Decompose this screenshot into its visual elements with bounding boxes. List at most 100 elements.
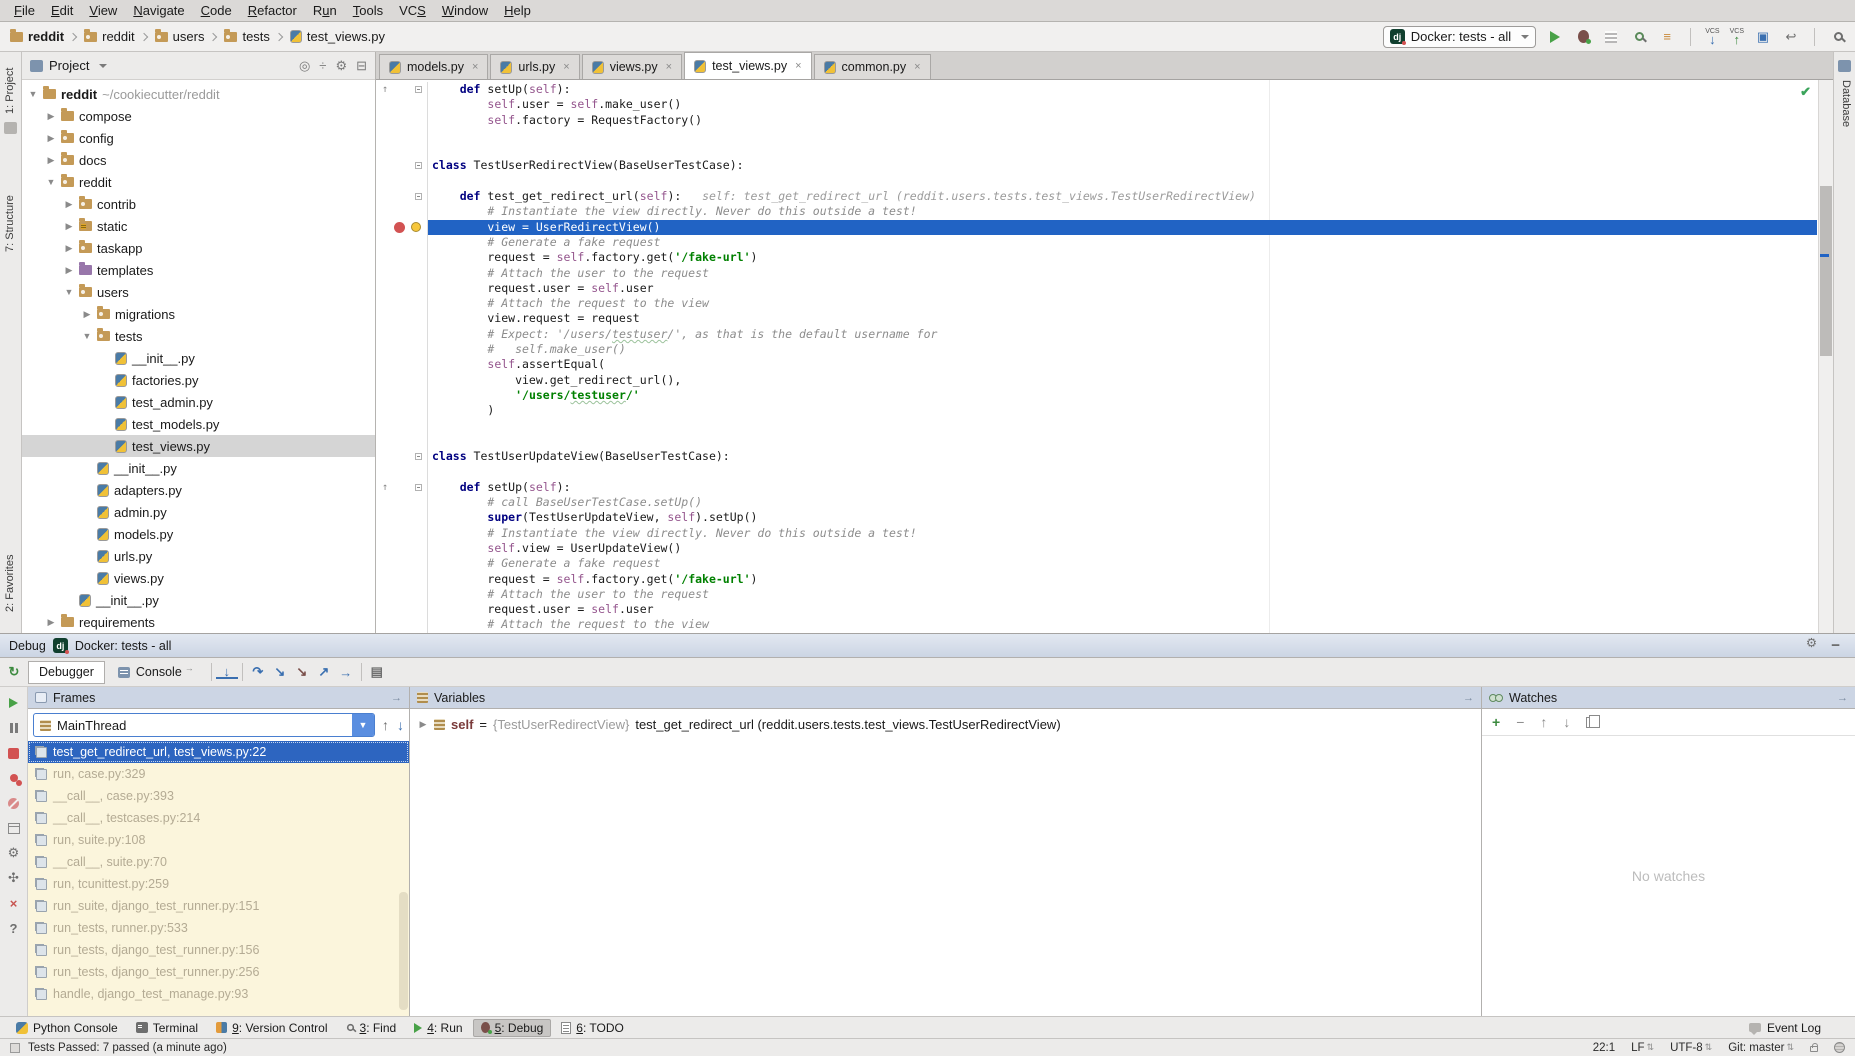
closed-arrow-icon[interactable]: ▶ xyxy=(46,111,56,122)
menu-run[interactable]: Run xyxy=(305,1,345,20)
step-out-icon[interactable]: ↗ xyxy=(313,662,335,682)
gear-icon[interactable]: ⚙ xyxy=(1806,635,1817,656)
frame-row[interactable]: __call__, testcases.py:214 xyxy=(28,807,409,829)
code-line[interactable]: # Expect: '/users/testuser/', as that is… xyxy=(376,327,1817,342)
step-over-icon[interactable]: ↷ xyxy=(247,662,269,682)
status-utf-8[interactable]: UTF-8⇅ xyxy=(1670,1042,1712,1054)
run-to-cursor-icon[interactable]: → xyxy=(335,662,357,682)
frame-row[interactable]: run_tests, django_test_runner.py:156 xyxy=(28,939,409,961)
fold-marker-icon[interactable] xyxy=(415,453,422,460)
view-breakpoints-icon[interactable] xyxy=(6,770,22,786)
hide-panel-icon[interactable]: ⊟ xyxy=(356,59,367,72)
frame-row[interactable]: run, tcunittest.py:259 xyxy=(28,873,409,895)
run-with-options-button[interactable]: ≡ xyxy=(1658,28,1676,46)
frame-row[interactable]: run, suite.py:108 xyxy=(28,829,409,851)
tree-item-test_models-py[interactable]: test_models.py xyxy=(22,413,375,435)
tree-item-test_views-py[interactable]: test_views.py xyxy=(22,435,375,457)
code-line[interactable]: # Attach the request to the view xyxy=(376,296,1817,311)
code-line[interactable]: self.view = UserUpdateView() xyxy=(376,541,1817,556)
menu-window[interactable]: Window xyxy=(434,1,496,20)
highlighting-level-icon[interactable] xyxy=(1834,1042,1845,1053)
menu-view[interactable]: View xyxy=(81,1,125,20)
remove-watch-icon[interactable]: − xyxy=(1516,714,1524,730)
close-tab-icon[interactable]: × xyxy=(472,61,478,73)
code-line[interactable] xyxy=(376,464,1817,479)
project-view-chevron-icon[interactable] xyxy=(99,64,107,68)
changes-button[interactable]: ▣ xyxy=(1754,28,1772,46)
closed-arrow-icon[interactable]: ▶ xyxy=(64,265,74,276)
open-arrow-icon[interactable]: ▼ xyxy=(28,89,38,99)
code-line[interactable]: # Generate a fake request xyxy=(376,556,1817,571)
frame-row[interactable]: __call__, suite.py:70 xyxy=(28,851,409,873)
tool-button-structure[interactable]: 7: Structure xyxy=(4,195,16,252)
move-watch-down-icon[interactable]: ↓ xyxy=(1563,714,1570,730)
status-lf[interactable]: LF⇅ xyxy=(1631,1042,1654,1054)
code-line[interactable]: request.user = self.user xyxy=(376,602,1817,617)
thread-selector[interactable]: MainThread ▼ xyxy=(33,713,375,737)
code-line[interactable]: # Instantiate the view directly. Never d… xyxy=(376,204,1817,219)
scrollbar-thumb[interactable] xyxy=(1820,186,1832,356)
locate-file-icon[interactable]: ◎ xyxy=(299,59,310,72)
code-line[interactable]: # Attach the user to the request xyxy=(376,266,1817,281)
tree-item-reddit[interactable]: ▼reddit xyxy=(22,171,375,193)
tree-item-__init__-py[interactable]: __init__.py xyxy=(22,457,375,479)
open-arrow-icon[interactable]: ▼ xyxy=(64,287,74,297)
code-line[interactable]: request = self.factory.get('/fake-url') xyxy=(376,572,1817,587)
editor-tab-urls-py[interactable]: urls.py× xyxy=(490,54,579,79)
code-line[interactable] xyxy=(376,419,1817,434)
duplicate-watch-icon[interactable] xyxy=(1586,717,1595,728)
previous-frame-icon[interactable]: ↑ xyxy=(382,717,389,733)
run-button[interactable] xyxy=(1546,28,1564,46)
overriding-method-icon[interactable]: ↑ xyxy=(382,480,388,495)
search-everywhere-button[interactable] xyxy=(1829,28,1847,46)
menu-help[interactable]: Help xyxy=(496,1,539,20)
code-line[interactable]: view.get_redirect_url(), xyxy=(376,373,1817,388)
close-tab-icon[interactable]: × xyxy=(563,61,569,73)
frame-row[interactable]: run_tests, runner.py:533 xyxy=(28,917,409,939)
tree-item-factories-py[interactable]: factories.py xyxy=(22,369,375,391)
intention-bulb-icon[interactable] xyxy=(411,222,421,232)
tool-button-todo[interactable]: 6: TODO xyxy=(553,1019,632,1037)
resume-icon[interactable] xyxy=(6,695,22,711)
mute-breakpoints-icon[interactable] xyxy=(6,795,22,811)
tree-item-requirements[interactable]: ▶requirements xyxy=(22,611,375,633)
database-stripe-icon[interactable] xyxy=(1838,60,1851,72)
code-line[interactable]: # Generate a fake request xyxy=(376,235,1817,250)
menu-file[interactable]: File xyxy=(6,1,43,20)
code-line[interactable] xyxy=(376,434,1817,449)
tree-item-urls-py[interactable]: urls.py xyxy=(22,545,375,567)
debug-settings-gear-icon[interactable]: ⚙ xyxy=(6,845,22,861)
frame-row[interactable]: run_suite, django_test_runner.py:151 xyxy=(28,895,409,917)
tree-item-compose[interactable]: ▶compose xyxy=(22,105,375,127)
editor-tab-models-py[interactable]: models.py× xyxy=(379,54,488,79)
frame-row[interactable]: handle, django_test_manage.py:93 xyxy=(28,983,409,1005)
code-line[interactable]: # call BaseUserTestCase.setUp() xyxy=(376,495,1817,510)
frame-row[interactable]: run_tests, django_test_runner.py:256 xyxy=(28,961,409,983)
breadcrumb-item[interactable]: reddit xyxy=(8,29,66,44)
code-line[interactable]: super(TestUserUpdateView, self).setUp() xyxy=(376,510,1817,525)
menu-tools[interactable]: Tools xyxy=(345,1,391,20)
tool-button-terminal[interactable]: Terminal xyxy=(128,1019,206,1037)
status-message[interactable]: Tests Passed: 7 passed (a minute ago) xyxy=(28,1042,227,1054)
fold-marker-icon[interactable] xyxy=(415,193,422,200)
editor-tab-common-py[interactable]: common.py× xyxy=(814,54,931,79)
code-line[interactable] xyxy=(376,128,1817,143)
tree-item-users[interactable]: ▼users xyxy=(22,281,375,303)
tree-item-__init__-py[interactable]: __init__.py xyxy=(22,589,375,611)
breadcrumb-item[interactable]: tests xyxy=(222,29,271,44)
code-line[interactable] xyxy=(376,174,1817,189)
execution-line-mark[interactable] xyxy=(1820,254,1829,257)
show-execution-point-icon[interactable]: ↓ xyxy=(216,665,238,679)
close-icon[interactable]: × xyxy=(6,895,22,911)
editor-scrollbar[interactable] xyxy=(1818,80,1833,633)
code-line[interactable]: ↑ def setUp(self): xyxy=(376,480,1817,495)
add-watch-icon[interactable]: + xyxy=(1492,714,1500,730)
closed-arrow-icon[interactable]: ▶ xyxy=(46,617,56,628)
close-tab-icon[interactable]: × xyxy=(914,61,920,73)
breadcrumb-item[interactable]: users xyxy=(153,29,207,44)
code-line[interactable]: def test_get_redirect_url(self): self: t… xyxy=(376,189,1817,204)
fold-marker-icon[interactable] xyxy=(415,86,422,93)
tree-item-taskapp[interactable]: ▶taskapp xyxy=(22,237,375,259)
expand-arrow-icon[interactable]: ▶ xyxy=(418,719,428,730)
menu-refactor[interactable]: Refactor xyxy=(240,1,305,20)
